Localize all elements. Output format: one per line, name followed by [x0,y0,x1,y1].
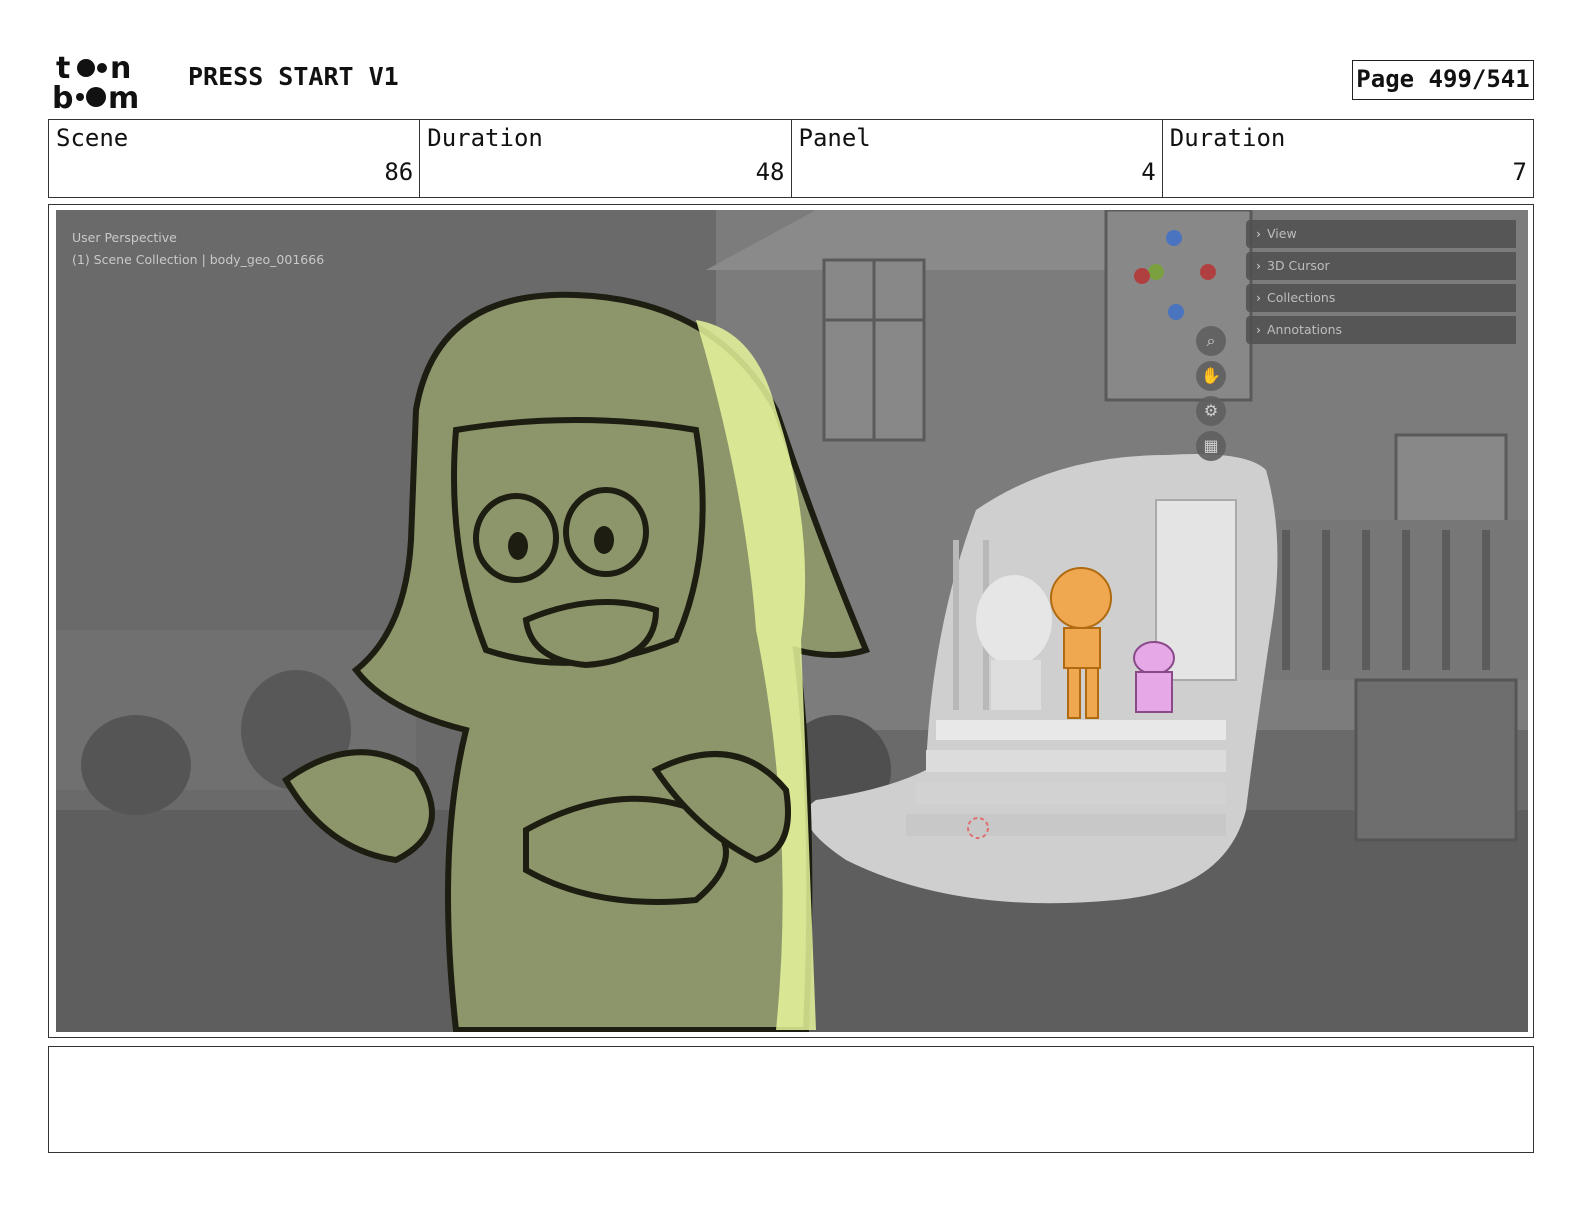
chevron-right-icon: › [1256,290,1261,305]
collection-label: (1) Scene Collection | body_geo_001666 [72,252,325,267]
side-panel-3d-cursor: › 3D Cursor [1246,252,1516,280]
side-panel-annotations: › Annotations [1246,316,1516,344]
project-title: PRESS START V1 [188,62,399,91]
side-panel-view: › View [1246,220,1516,248]
scene-value: 86 [384,158,414,186]
svg-text:m: m [108,81,139,110]
side-panel-label: 3D Cursor [1267,258,1330,273]
chevron-right-icon: › [1256,322,1261,337]
perspective-label: User Perspective [72,230,177,245]
viewport-side-panel: › View › 3D Cursor › Collections › Annotatio… [1246,220,1516,348]
panel-duration-value: 7 [1512,158,1527,186]
panel-label: Panel [798,124,871,152]
camera-icon: ⚙ [1196,396,1226,426]
chevron-right-icon: › [1256,226,1261,241]
toonboom-logo: t n b m [52,52,139,110]
scene-duration-value: 48 [755,158,785,186]
side-panel-label: Collections [1267,290,1336,305]
scene-label: Scene [56,124,129,152]
panel-cell: Panel 4 [790,120,1162,197]
panel-info-row: Scene 86 Duration 48 Panel 4 Duration 7 [48,119,1534,198]
dog-sketch [1133,641,1175,713]
svg-text:b: b [52,81,73,110]
page-indicator: Page 499/541 [1352,60,1534,100]
hand-icon: ✋ [1196,361,1226,391]
panel-notes [48,1046,1534,1153]
scene-cell: Scene 86 [49,120,419,197]
panel-duration-cell: Duration 7 [1161,120,1533,197]
scene-duration-label: Duration [427,124,543,152]
chevron-right-icon: › [1256,258,1261,273]
side-panel-label: Annotations [1267,322,1343,337]
grid-icon: ▦ [1196,431,1226,461]
scene-duration-cell: Duration 48 [419,120,790,197]
panel-duration-label: Duration [1169,124,1286,152]
zoom-icon: ⌕ [1196,326,1226,356]
panel-value: 4 [1141,158,1156,186]
side-panel-label: View [1267,226,1297,241]
panel-image: User Perspective (1) Scene Collection | … [56,210,1528,1032]
side-panel-collections: › Collections [1246,284,1516,312]
